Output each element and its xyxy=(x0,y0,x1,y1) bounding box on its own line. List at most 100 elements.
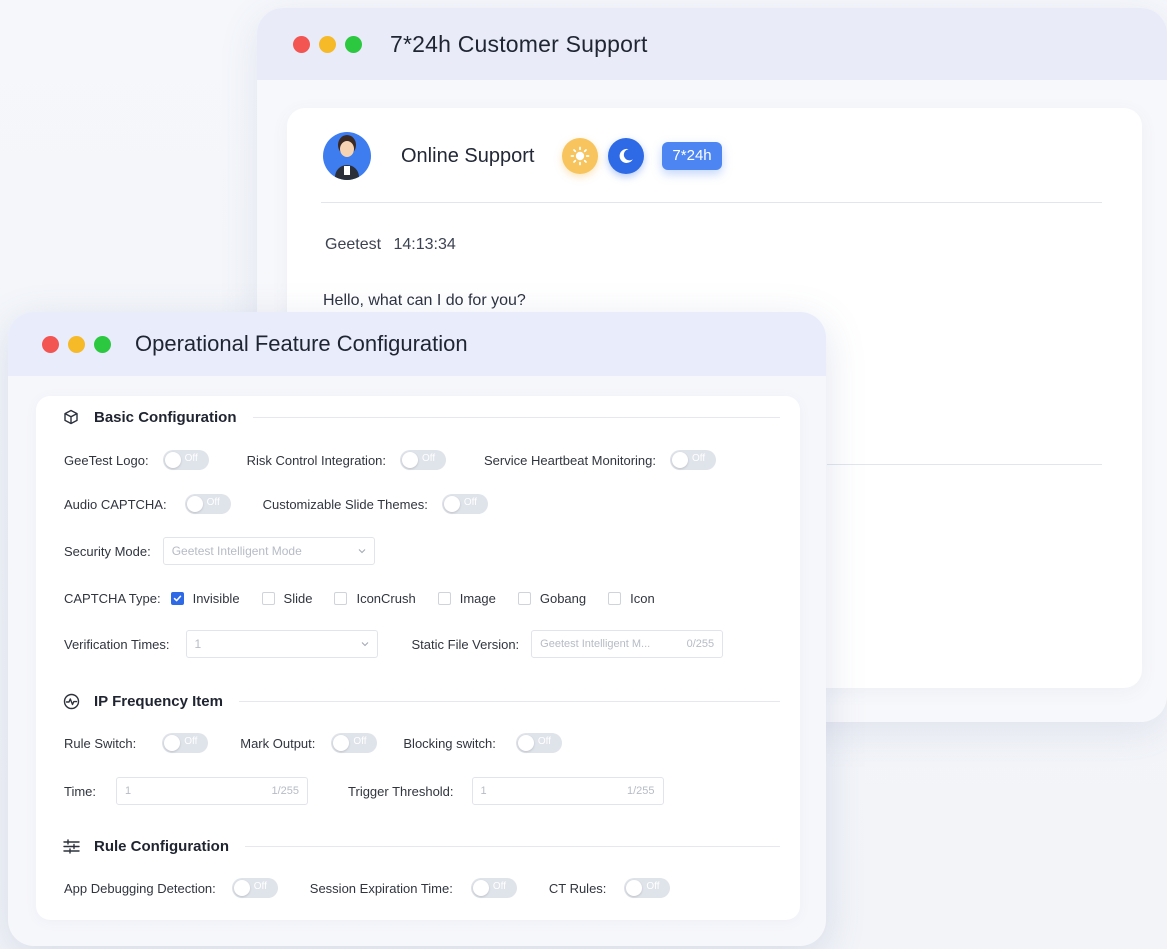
basic-config-heading: Basic Configuration xyxy=(62,406,780,428)
session-expiration-field: Session Expiration Time: Off xyxy=(310,878,517,898)
agent-name: Online Support xyxy=(401,144,535,167)
section-title: Basic Configuration xyxy=(94,408,237,426)
support-window-title: 7*24h Customer Support xyxy=(390,30,648,57)
moon-icon xyxy=(620,148,634,163)
support-titlebar: 7*24h Customer Support xyxy=(257,8,1167,80)
message-text: Hello, what can I do for you? xyxy=(323,292,526,309)
geetest-logo-label: GeeTest Logo: xyxy=(64,452,149,468)
rule-config-heading: Rule Configuration xyxy=(62,835,780,857)
sun-icon xyxy=(571,146,590,166)
message-meta: Geetest 14:13:34 xyxy=(325,236,456,254)
ct-rules-toggle[interactable]: Off xyxy=(624,878,671,898)
audio-captcha-toggle[interactable]: Off xyxy=(184,494,231,514)
security-mode-select[interactable]: Geetest Intelligent Mode xyxy=(162,537,375,565)
minimize-window-dot[interactable] xyxy=(319,35,336,53)
verification-row: Verification Times: 1 Static File Versio… xyxy=(64,630,724,658)
captcha-type-icon[interactable]: Icon xyxy=(608,591,655,606)
captcha-type-image[interactable]: Image xyxy=(437,591,496,606)
risk-control-toggle[interactable]: Off xyxy=(400,450,447,470)
ip-toggles-row: Rule Switch: Off Mark Output: Off Blocki… xyxy=(64,729,562,757)
session-expiration-toggle[interactable]: Off xyxy=(470,878,517,898)
cube-icon xyxy=(62,408,80,426)
slide-themes-toggle[interactable]: Off xyxy=(441,494,488,514)
char-counter: 0/255 xyxy=(686,638,715,650)
section-divider xyxy=(252,416,780,418)
rule-toggles-row: App Debugging Detection: Off Session Exp… xyxy=(64,874,671,902)
rule-switch-toggle[interactable]: Off xyxy=(162,733,209,753)
ct-rules-field: CT Rules: Off xyxy=(549,878,671,898)
risk-control-label: Risk Control Integration: xyxy=(246,452,387,468)
heartbeat-label: Service Heartbeat Monitoring: xyxy=(484,452,656,468)
chat-divider xyxy=(321,202,1102,203)
captcha-type-label: CAPTCHA Type: xyxy=(64,590,161,606)
time-input[interactable]: 1 1/255 xyxy=(116,777,309,805)
slide-themes-field: Customizable Slide Themes: Off xyxy=(263,494,488,514)
section-title: IP Frequency Item xyxy=(94,692,223,710)
audio-captcha-field: Audio CAPTCHA: Off xyxy=(64,494,231,514)
slide-themes-label: Customizable Slide Themes: xyxy=(262,496,428,512)
app-debug-label: App Debugging Detection: xyxy=(64,880,216,896)
page: 7*24h Customer Support Online Support 7*… xyxy=(0,0,1167,949)
checkbox[interactable] xyxy=(334,591,348,605)
chat-header: Online Support 7*24h xyxy=(323,132,722,180)
window-controls xyxy=(42,335,111,353)
config-titlebar: Operational Feature Configuration xyxy=(8,312,826,376)
ip-frequency-heading: IP Frequency Item xyxy=(62,690,780,712)
checkbox[interactable] xyxy=(608,591,622,605)
check-icon xyxy=(173,595,181,601)
window-controls xyxy=(293,35,362,53)
captcha-type-invisible[interactable]: Invisible xyxy=(170,591,240,606)
captcha-type-slide[interactable]: Slide xyxy=(261,591,312,606)
message-sender: Geetest xyxy=(325,236,382,253)
captcha-type-iconcrush[interactable]: IconCrush xyxy=(334,591,416,606)
close-window-dot[interactable] xyxy=(293,35,310,53)
ct-rules-label: CT Rules: xyxy=(548,880,607,896)
blocking-switch-label: Blocking switch: xyxy=(403,735,496,751)
verification-times-label: Verification Times: xyxy=(64,636,170,652)
section-divider xyxy=(245,845,780,847)
checkbox[interactable] xyxy=(517,591,531,605)
basic-toggles-row-1: GeeTest Logo: Off Risk Control Integrati… xyxy=(64,446,716,474)
section-divider xyxy=(238,700,780,702)
checkbox[interactable] xyxy=(437,591,451,605)
ip-inputs-row: Time: 1 1/255 Trigger Threshold: 1 1/255 xyxy=(64,777,664,805)
close-window-dot[interactable] xyxy=(42,335,59,353)
chat-divider-lower xyxy=(827,464,1102,465)
mark-output-field: Mark Output: Off xyxy=(240,733,378,753)
static-file-input[interactable]: Geetest Intelligent M... 0/255 xyxy=(531,630,724,658)
section-title: Rule Configuration xyxy=(94,837,229,855)
sliders-icon xyxy=(62,837,80,855)
rule-switch-label: Rule Switch: xyxy=(64,735,137,751)
checkbox[interactable] xyxy=(261,591,275,605)
dark-mode-button[interactable] xyxy=(608,138,645,174)
chevron-down-icon xyxy=(361,642,368,647)
minimize-window-dot[interactable] xyxy=(68,335,85,353)
verification-times-select[interactable]: 1 xyxy=(185,630,378,658)
time-label: Time: xyxy=(64,783,97,799)
geetest-logo-field: GeeTest Logo: Off xyxy=(64,450,209,470)
mark-output-toggle[interactable]: Off xyxy=(331,733,378,753)
maximize-window-dot[interactable] xyxy=(345,35,362,53)
risk-control-field: Risk Control Integration: Off xyxy=(246,450,447,470)
trigger-threshold-input[interactable]: 1 1/255 xyxy=(471,777,664,805)
blocking-switch-field: Blocking switch: Off xyxy=(403,733,562,753)
config-panel: Basic Configuration GeeTest Logo: Off Ri… xyxy=(36,396,800,920)
agent-avatar xyxy=(323,132,371,180)
captcha-type-row: CAPTCHA Type: Invisible Slide IconCrush xyxy=(64,584,655,612)
security-mode-label: Security Mode: xyxy=(64,543,151,559)
chevron-down-icon xyxy=(358,549,366,554)
basic-toggles-row-2: Audio CAPTCHA: Off Customizable Slide Th… xyxy=(64,490,488,518)
security-mode-row: Security Mode: Geetest Intelligent Mode xyxy=(64,537,375,565)
char-counter: 1/255 xyxy=(271,785,300,797)
pulse-icon xyxy=(62,692,80,710)
heartbeat-toggle[interactable]: Off xyxy=(670,450,716,470)
app-debug-toggle[interactable]: Off xyxy=(231,878,278,898)
mark-output-label: Mark Output: xyxy=(240,735,316,751)
light-mode-button[interactable] xyxy=(562,138,599,174)
checkbox-checked[interactable] xyxy=(170,591,184,605)
maximize-window-dot[interactable] xyxy=(94,335,111,353)
rule-switch-field: Rule Switch: Off xyxy=(64,733,209,753)
blocking-switch-toggle[interactable]: Off xyxy=(515,733,562,753)
geetest-logo-toggle[interactable]: Off xyxy=(162,450,209,470)
captcha-type-gobang[interactable]: Gobang xyxy=(517,591,586,606)
